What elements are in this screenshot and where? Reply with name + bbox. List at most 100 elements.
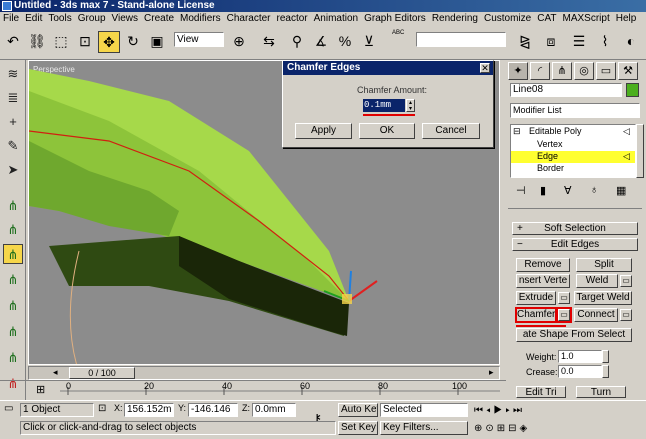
magnet-icon-5[interactable]: ⋔ (3, 296, 23, 316)
modify-tab-icon[interactable]: ◜ (530, 62, 550, 80)
layers-icon[interactable]: ☰ (568, 31, 590, 53)
maxscript-listener-icon[interactable]: ▭ (4, 403, 18, 417)
insert-vertex-button[interactable]: nsert Verte (516, 274, 570, 288)
create-tab-icon[interactable]: ✦ (508, 62, 528, 80)
magnet-icon-6[interactable]: ⋔ (3, 322, 23, 342)
magnet-icon-2[interactable]: ⋔ (3, 220, 23, 240)
remove-modifier-icon[interactable]: ♁ (590, 184, 598, 196)
playback-controls[interactable]: ⏮◂▶▸⏭ (474, 405, 525, 416)
menu-rendering[interactable]: Rendering (429, 12, 481, 26)
add-icon[interactable]: + (3, 112, 23, 132)
track-view-icon[interactable]: ⊞ (36, 383, 45, 396)
magnet-icon-1[interactable]: ⋔ (3, 196, 23, 216)
cancel-button[interactable]: Cancel (422, 123, 480, 139)
menu-graph-editors[interactable]: Graph Editors (361, 12, 429, 26)
scale-icon[interactable]: ▣ (146, 31, 168, 53)
connect-settings-button[interactable]: ▭ (620, 309, 632, 321)
time-slider-left-arrow[interactable]: ◂ (53, 367, 58, 378)
modifier-list-dropdown[interactable]: Modifier List (510, 103, 640, 118)
object-name-field[interactable]: Line08 (510, 83, 622, 97)
menu-help[interactable]: Help (613, 12, 640, 26)
weld-settings-button[interactable]: ▭ (620, 275, 632, 287)
target-weld-button[interactable]: Target Weld (574, 291, 632, 305)
menu-reactor[interactable]: reactor (274, 12, 311, 26)
select-rect-icon[interactable]: ⬚ (50, 31, 72, 53)
menu-character[interactable]: Character (224, 12, 274, 26)
weld-button[interactable]: Weld (576, 274, 618, 288)
set-key-button[interactable]: Set Key (338, 421, 378, 435)
menu-cat[interactable]: CAT (534, 12, 559, 26)
stack-icon[interactable]: ≣ (3, 88, 23, 108)
dialog-close-button[interactable]: ✕ (480, 63, 490, 73)
stack-scrollbar[interactable] (636, 124, 644, 178)
utilities-tab-icon[interactable]: ⚒ (618, 62, 638, 80)
connect-button[interactable]: Connect (574, 308, 618, 322)
lock-selection-icon[interactable]: ⊡ (98, 403, 106, 414)
rotate-icon[interactable]: ↻ (122, 31, 144, 53)
menu-modifiers[interactable]: Modifiers (177, 12, 224, 26)
x-coordinate[interactable]: 156.152m (124, 403, 174, 417)
expand-icon[interactable]: ⊟ (513, 126, 521, 137)
amount-spinner[interactable]: ▴ ▾ (406, 99, 415, 112)
undo-icon[interactable]: ↶ (2, 31, 24, 53)
apply-button[interactable]: Apply (295, 123, 352, 139)
chamfer-amount-input[interactable]: 0.1mm (363, 99, 405, 112)
menu-tools[interactable]: Tools (45, 12, 74, 26)
move-icon[interactable]: ✥ (98, 31, 120, 53)
remove-button[interactable]: Remove (516, 258, 570, 272)
object-color-swatch[interactable] (626, 83, 639, 97)
make-unique-icon[interactable]: ∀ (564, 184, 572, 197)
pointer-icon[interactable]: ➤ (3, 160, 23, 180)
display-tab-icon[interactable]: ▭ (596, 62, 616, 80)
reference-coord-dropdown[interactable]: View (174, 32, 224, 47)
stack-editable-poly[interactable]: Editable Poly (529, 126, 582, 136)
extrude-button[interactable]: Extrude (516, 291, 556, 305)
pivot-icon[interactable]: ⊕ (228, 31, 250, 53)
configure-sets-icon[interactable]: ▦ (616, 184, 626, 197)
menu-group[interactable]: Group (75, 12, 109, 26)
key-filters-button[interactable]: Key Filters... (380, 421, 468, 435)
menu-maxscript[interactable]: MAXScript (559, 12, 612, 26)
chamfer-settings-button[interactable]: ▭ (556, 307, 572, 323)
chamfer-button[interactable]: Chamfer (515, 307, 557, 323)
time-slider-right-arrow[interactable]: ▸ (489, 367, 494, 378)
stack-border[interactable]: Border (537, 163, 564, 173)
percent-snap-icon[interactable]: % (334, 31, 356, 53)
align-icon[interactable]: ⧈ (540, 31, 562, 53)
menu-edit[interactable]: Edit (22, 12, 45, 26)
extrude-settings-button[interactable]: ▭ (558, 292, 570, 304)
motion-tab-icon[interactable]: ◎ (574, 62, 594, 80)
pin-stack-icon[interactable]: ⊣ (516, 184, 526, 197)
snap-icon[interactable]: ⚲ (286, 31, 308, 53)
stack-vertex[interactable]: Vertex (537, 139, 563, 149)
layers-stack-icon[interactable]: ≋ (3, 64, 23, 84)
edit-edges-rollout[interactable]: − Edit Edges (512, 238, 638, 251)
menu-customize[interactable]: Customize (481, 12, 534, 26)
crease-spinner[interactable] (602, 365, 609, 378)
selected-set-dropdown[interactable]: Selected (380, 403, 468, 417)
time-slider-thumb[interactable]: 0 / 100 (69, 367, 135, 379)
time-slider[interactable]: 0 / 100 ◂ ▸ (28, 366, 500, 380)
magnet-icon-7[interactable]: ⋔ (3, 348, 23, 368)
split-button[interactable]: Split (576, 258, 632, 272)
mirror-tool-icon[interactable]: ⧎ (514, 31, 536, 53)
hierarchy-tab-icon[interactable]: ⋔ (552, 62, 572, 80)
named-selection-set-dropdown[interactable] (416, 32, 506, 47)
track-bar[interactable]: ⊞ 0 20 40 60 80 100 (0, 380, 506, 400)
spinner-snap-icon[interactable]: ⊻ (358, 31, 380, 53)
weight-spinner[interactable] (602, 350, 609, 363)
select-object-icon[interactable]: ⊡ (74, 31, 96, 53)
material-editor-icon[interactable]: ◐ (620, 31, 642, 53)
crease-input[interactable]: 0.0 (558, 365, 602, 378)
magnet-icon-4[interactable]: ⋔ (3, 270, 23, 290)
soft-selection-rollout[interactable]: + Soft Selection (512, 222, 638, 235)
auto-key-button[interactable]: Auto Key (338, 403, 378, 417)
viewport-nav-controls[interactable]: ⊕⊙⊞⊟◈ (474, 423, 530, 434)
mirror-icon[interactable]: ⇆ (258, 31, 280, 53)
show-end-result-icon[interactable]: ▮ (540, 184, 546, 197)
link-icon[interactable]: ⛓ (26, 31, 48, 53)
stack-edge[interactable]: Edge (537, 151, 558, 161)
z-coordinate[interactable]: 0.0mm (252, 403, 296, 417)
ok-button[interactable]: OK (359, 123, 415, 139)
brush-icon[interactable]: ✎ (3, 136, 23, 156)
